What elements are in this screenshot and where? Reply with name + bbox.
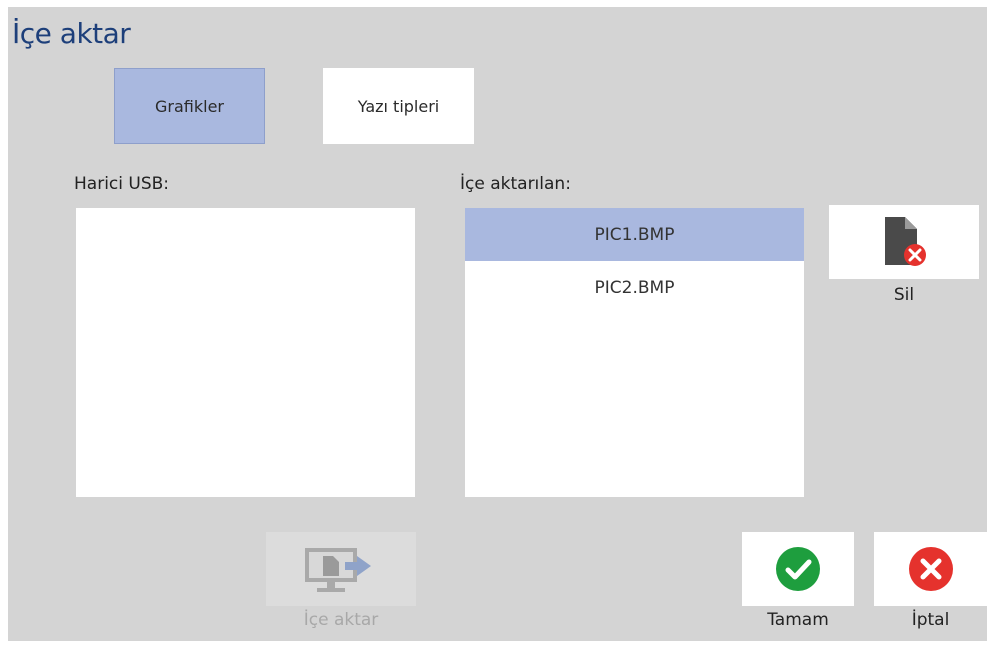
tab-graphics-label: Grafikler — [155, 96, 224, 116]
list-item-label: PIC2.BMP — [594, 277, 675, 298]
cancel-button[interactable] — [874, 532, 987, 606]
import-dialog: İçe aktar Grafikler Yazı tipleri Harici … — [8, 7, 987, 641]
delete-button-label: Sil — [893, 285, 915, 305]
imported-list-label: İçe aktarılan: — [460, 174, 571, 194]
cancel-button-label: İptal — [911, 610, 950, 630]
usb-file-list[interactable] — [76, 208, 415, 497]
imported-file-list[interactable]: PIC1.BMP PIC2.BMP — [465, 208, 804, 497]
import-to-monitor-icon — [305, 548, 371, 592]
close-icon — [908, 547, 953, 591]
tab-fonts-label: Yazı tipleri — [357, 96, 440, 116]
ok-button[interactable] — [742, 532, 854, 606]
ok-button-label: Tamam — [767, 610, 829, 630]
checkmark-icon — [776, 547, 820, 591]
tab-fonts[interactable]: Yazı tipleri — [323, 68, 474, 144]
delete-button[interactable] — [829, 205, 979, 279]
usb-list-label: Harici USB: — [74, 174, 170, 194]
dialog-title: İçe aktar — [12, 17, 131, 50]
tab-graphics[interactable]: Grafikler — [114, 68, 265, 144]
list-item[interactable]: PIC1.BMP — [465, 208, 804, 261]
file-delete-icon — [885, 217, 926, 266]
import-button-label: İçe aktar — [303, 610, 379, 630]
list-item[interactable]: PIC2.BMP — [465, 261, 804, 314]
list-item-label: PIC1.BMP — [594, 224, 675, 245]
import-button[interactable] — [266, 532, 416, 606]
